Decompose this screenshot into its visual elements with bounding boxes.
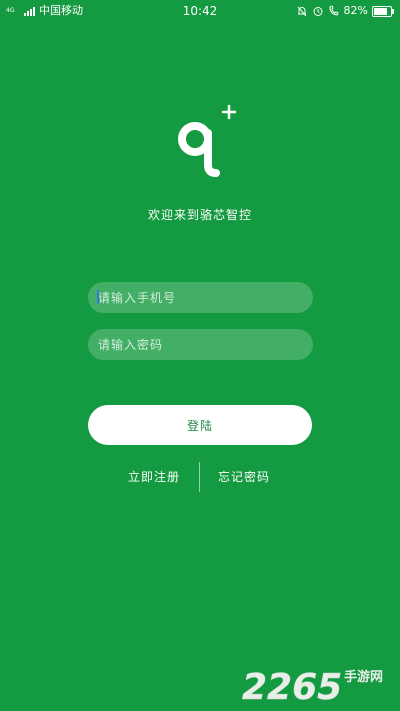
watermark-logo: 2265 手游网 — [242, 667, 383, 705]
battery-icon — [372, 5, 394, 17]
watermark-site: 手游网 — [344, 669, 383, 685]
alarm-clock-icon — [313, 7, 323, 16]
welcome-text: 欢迎来到骆芯智控 — [147, 208, 252, 222]
link-divider — [199, 462, 200, 492]
password-input[interactable] — [88, 329, 313, 360]
register-link[interactable]: 立即注册 — [128, 468, 180, 485]
text-cursor — [97, 290, 99, 304]
notification-bell-icon — [297, 6, 306, 17]
phone-input[interactable] — [88, 282, 313, 313]
battery-percent: 82% — [343, 4, 368, 17]
app-logo — [178, 105, 236, 177]
volte-call-icon — [329, 5, 339, 16]
status-bar: 4G 中国移动 10:42 82% — [0, 0, 400, 22]
watermark-number: 2265 — [242, 667, 342, 705]
forgot-password-link[interactable]: 忘记密码 — [218, 468, 270, 485]
battery-level — [374, 7, 387, 15]
login-button[interactable]: 登陆 — [88, 405, 312, 445]
status-right: 82% — [296, 0, 394, 22]
